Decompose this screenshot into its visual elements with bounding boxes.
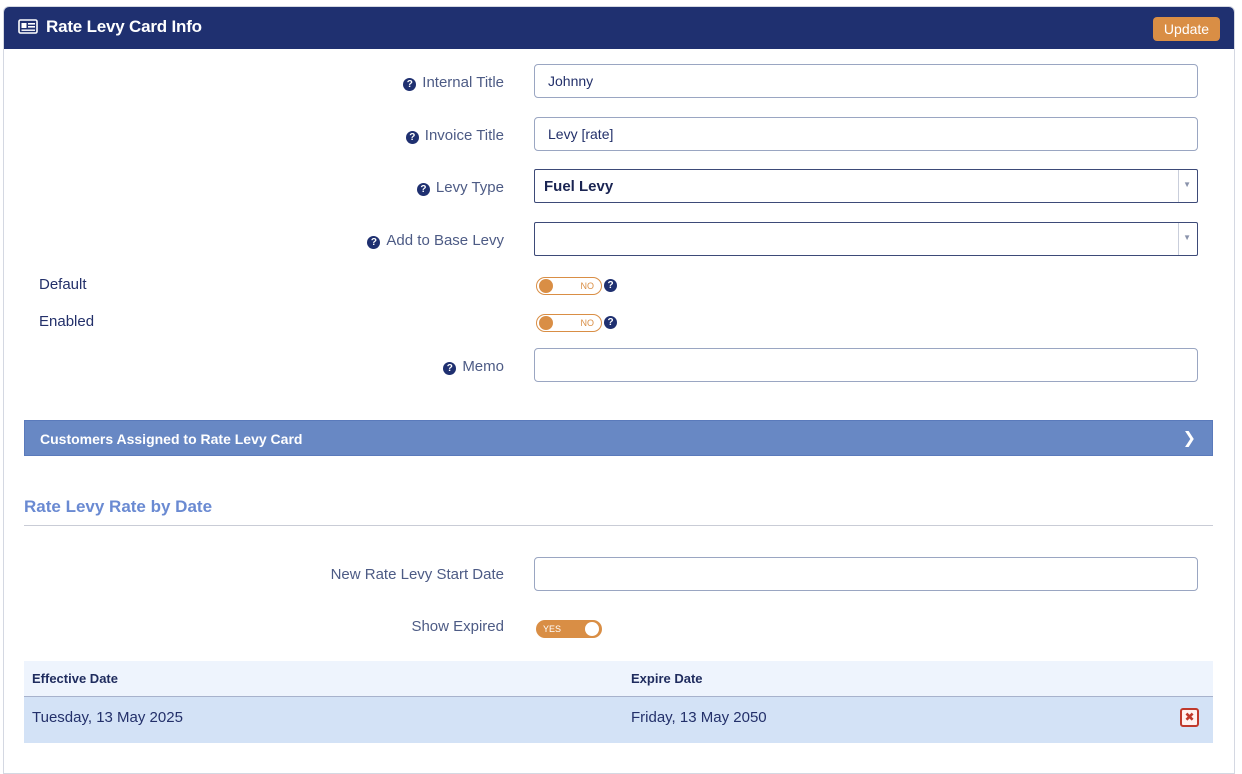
effective-date-cell: Tuesday, 13 May 2025 (32, 709, 183, 726)
update-button[interactable]: Update (1153, 17, 1220, 41)
column-header-expire-date[interactable]: Expire Date (631, 671, 703, 686)
caret-down-icon[interactable]: ▼ (1183, 233, 1191, 242)
delete-icon[interactable]: ✖ (1180, 708, 1199, 727)
default-label: Default (39, 276, 87, 293)
enabled-toggle[interactable]: NO (536, 314, 602, 332)
question-circle-icon[interactable]: ? (405, 131, 419, 144)
question-circle-icon[interactable]: ? (604, 316, 617, 329)
caret-down-icon[interactable]: ▼ (1183, 180, 1191, 189)
new-start-date-label: New Rate Levy Start Date (330, 566, 504, 583)
expire-date-cell: Friday, 13 May 2050 (631, 709, 767, 726)
internal-title-label: ? Internal Title (403, 74, 504, 91)
invoice-title-label: ? Invoice Title (405, 127, 504, 144)
question-circle-icon[interactable]: ? (416, 183, 430, 196)
levy-type-select[interactable]: Fuel Levy ▼ (534, 169, 1198, 203)
internal-title-input[interactable]: Johnny (534, 64, 1198, 98)
levy-type-label: ? Levy Type (416, 179, 504, 196)
question-circle-icon[interactable]: ? (367, 236, 381, 249)
question-circle-icon[interactable]: ? (403, 78, 417, 91)
select-divider (1178, 223, 1179, 255)
page-title: Rate Levy Card Info (46, 17, 202, 36)
table-row[interactable]: Tuesday, 13 May 2025 Friday, 13 May 2050… (24, 697, 1213, 743)
show-expired-toggle[interactable]: YES (536, 620, 602, 638)
default-toggle[interactable]: NO (536, 277, 602, 295)
section-divider (24, 525, 1213, 526)
toggle-knob (585, 622, 599, 636)
customers-accordion-title: Customers Assigned to Rate Levy Card (40, 431, 303, 447)
toggle-state: YES (543, 624, 562, 634)
id-card-icon (18, 19, 38, 34)
question-circle-icon[interactable]: ? (604, 279, 617, 292)
select-divider (1178, 170, 1179, 202)
levy-type-value: Fuel Levy (544, 178, 614, 195)
new-start-date-input[interactable] (534, 557, 1198, 591)
toggle-state: NO (580, 318, 595, 328)
chevron-right-icon[interactable]: ❯ (1183, 428, 1196, 448)
enabled-label: Enabled (39, 313, 95, 330)
toggle-knob (539, 316, 553, 330)
memo-label: ? Memo (443, 358, 504, 375)
invoice-title-input[interactable]: Levy [rate] (534, 117, 1198, 151)
rates-section-title: Rate Levy Rate by Date (24, 497, 213, 516)
customers-accordion[interactable]: Customers Assigned to Rate Levy Card ❯ (24, 420, 1213, 456)
toggle-knob (539, 279, 553, 293)
question-circle-icon[interactable]: ? (443, 362, 457, 375)
panel-header: Rate Levy Card Info Update (4, 7, 1234, 49)
show-expired-label: Show Expired (411, 618, 504, 635)
column-header-effective-date[interactable]: Effective Date (32, 671, 118, 686)
memo-input[interactable] (534, 348, 1198, 382)
toggle-state: NO (580, 281, 595, 291)
add-to-base-levy-select[interactable]: ▼ (534, 222, 1198, 256)
table-header: Effective Date Expire Date (24, 661, 1213, 697)
rates-table: Effective Date Expire Date Tuesday, 13 M… (24, 661, 1213, 743)
add-to-base-levy-label: ? Add to Base Levy (367, 232, 504, 249)
